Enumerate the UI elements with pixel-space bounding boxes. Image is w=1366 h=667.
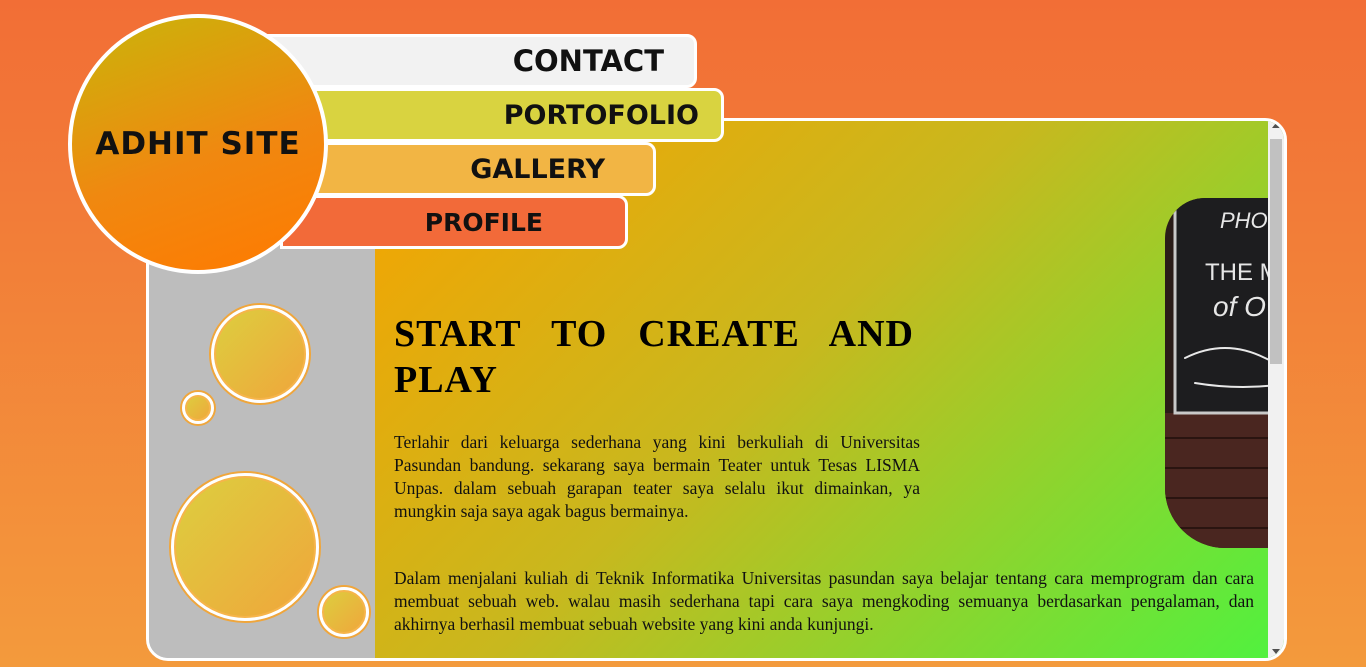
decorative-bubble <box>211 305 309 403</box>
nav-contact[interactable]: CONTACT <box>255 34 697 88</box>
intro-paragraph: Terlahir dari keluarga sederhana yang ki… <box>394 432 920 521</box>
nav-profile[interactable]: PROFILE <box>280 195 628 249</box>
decorative-bubble <box>171 473 319 621</box>
nav-portfolio[interactable]: PORTOFOLIO <box>290 88 724 142</box>
decorative-bubble <box>182 392 214 424</box>
scrollbar[interactable] <box>1268 121 1284 658</box>
scroll-up-arrow-icon[interactable] <box>1272 123 1280 128</box>
nav-gallery[interactable]: GALLERY <box>290 142 656 196</box>
decorative-bubble <box>319 587 369 637</box>
page-heading: START TO CREATE AND PLAY <box>394 313 914 401</box>
site-logo-text: ADHIT SITE <box>95 126 301 162</box>
scroll-thumb[interactable] <box>1270 139 1282 364</box>
scroll-down-arrow-icon[interactable] <box>1272 649 1280 654</box>
study-paragraph: Dalam menjalani kuliah di Teknik Informa… <box>394 568 1254 634</box>
site-logo[interactable]: ADHIT SITE <box>68 14 328 274</box>
